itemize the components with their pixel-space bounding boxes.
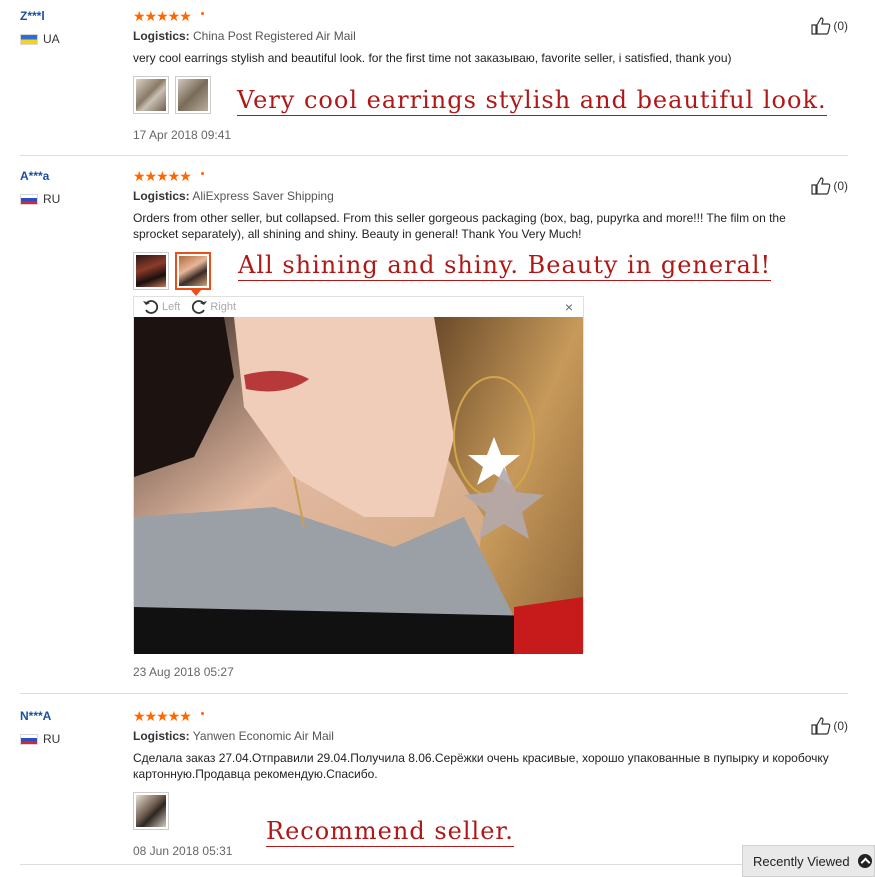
logistics-label: Logistics:	[133, 729, 190, 743]
logistics-label: Logistics:	[133, 189, 190, 203]
like-button[interactable]: (0)	[811, 717, 848, 735]
country-code: UA	[43, 32, 60, 46]
reviewer-info: Z***l UA	[20, 8, 120, 46]
thumbs-up-icon	[811, 17, 831, 35]
rotate-left-button[interactable]: Left	[142, 298, 180, 316]
logistics-info: Logistics: China Post Registered Air Mai…	[133, 29, 833, 43]
review-caption: Recommend seller.	[266, 817, 514, 847]
like-count: (0)	[833, 19, 848, 33]
star-icon: ★★★★★	[133, 8, 192, 24]
country-code: RU	[43, 192, 61, 206]
recently-viewed-button[interactable]: Recently Viewed	[742, 845, 875, 877]
review-caption: All shining and shiny. Beauty in general…	[238, 251, 772, 281]
close-icon[interactable]: ×	[565, 299, 573, 315]
review-photo-thumbnail-selected[interactable]	[175, 252, 211, 296]
review-divider	[20, 864, 848, 865]
review-caption: Very cool earrings stylish and beautiful…	[237, 86, 827, 116]
like-button[interactable]: (0)	[811, 17, 848, 35]
review-divider	[20, 693, 848, 694]
thumbs-up-icon	[811, 717, 831, 735]
reviewer-name[interactable]: A***a	[20, 168, 120, 184]
review-body: ★★★★★ Logistics: China Post Registered A…	[133, 8, 833, 142]
rotate-right-label: Right	[210, 301, 237, 313]
logistics-label: Logistics:	[133, 29, 190, 43]
reviewer-info: A***a RU	[20, 168, 120, 206]
reviewer-name[interactable]: Z***l	[20, 8, 120, 24]
like-button[interactable]: (0)	[811, 177, 848, 195]
viewer-toolbar: Left Right ×	[134, 297, 583, 317]
star-rating: ★★★★★	[133, 8, 208, 24]
star-icon: ★★★★★	[133, 168, 192, 184]
logistics-value: Yanwen Economic Air Mail	[192, 729, 334, 743]
review-date: 17 Apr 2018 09:41	[133, 128, 232, 142]
star-rating: ★★★★★	[133, 708, 208, 724]
chevron-up-icon	[857, 854, 872, 868]
review-item: Z***l UA ★★★★★ Logistics: China Post Reg…	[0, 8, 848, 148]
star-icon: ★★★★★	[133, 708, 192, 724]
like-count: (0)	[833, 179, 848, 193]
review-divider	[20, 155, 848, 156]
reviewer-country: RU	[20, 192, 120, 206]
recently-viewed-label: Recently Viewed	[753, 853, 850, 869]
country-code: RU	[43, 732, 61, 746]
ukraine-flag-icon	[20, 33, 38, 45]
review-photo-large	[134, 317, 583, 654]
rotate-right-button[interactable]: Right	[190, 298, 236, 316]
reviewer-info: N***A RU	[20, 708, 120, 746]
star-rating: ★★★★★	[133, 168, 208, 184]
photo-viewer: Left Right ×	[133, 296, 584, 654]
review-photo-thumbnail[interactable]	[175, 76, 211, 114]
like-count: (0)	[833, 719, 848, 733]
reviewer-country: RU	[20, 732, 120, 746]
review-photo-thumbnail[interactable]	[133, 76, 169, 114]
logistics-value: AliExpress Saver Shipping	[192, 189, 334, 203]
review-text: Orders from other seller, but collapsed.…	[133, 211, 786, 241]
logistics-info: Logistics: Yanwen Economic Air Mail	[133, 729, 833, 743]
rotate-left-label: Left	[162, 301, 181, 313]
logistics-info: Logistics: AliExpress Saver Shipping	[133, 189, 833, 203]
russia-flag-icon	[20, 733, 38, 745]
review-photo-thumbnail[interactable]	[133, 252, 169, 290]
thumbs-up-icon	[811, 177, 831, 195]
review-date: 23 Aug 2018 05:27	[133, 665, 234, 679]
logistics-value: China Post Registered Air Mail	[193, 29, 356, 43]
reviewer-country: UA	[20, 32, 120, 46]
review-photo-thumbnail[interactable]	[133, 792, 169, 830]
reviewer-name[interactable]: N***A	[20, 708, 120, 724]
rotate-right-icon	[192, 300, 208, 314]
russia-flag-icon	[20, 193, 38, 205]
review-text: very cool earrings stylish and beautiful…	[133, 51, 732, 65]
rotate-left-icon	[143, 300, 159, 314]
review-text: Сделала заказ 27.04.Отправили 29.04.Полу…	[133, 751, 829, 781]
